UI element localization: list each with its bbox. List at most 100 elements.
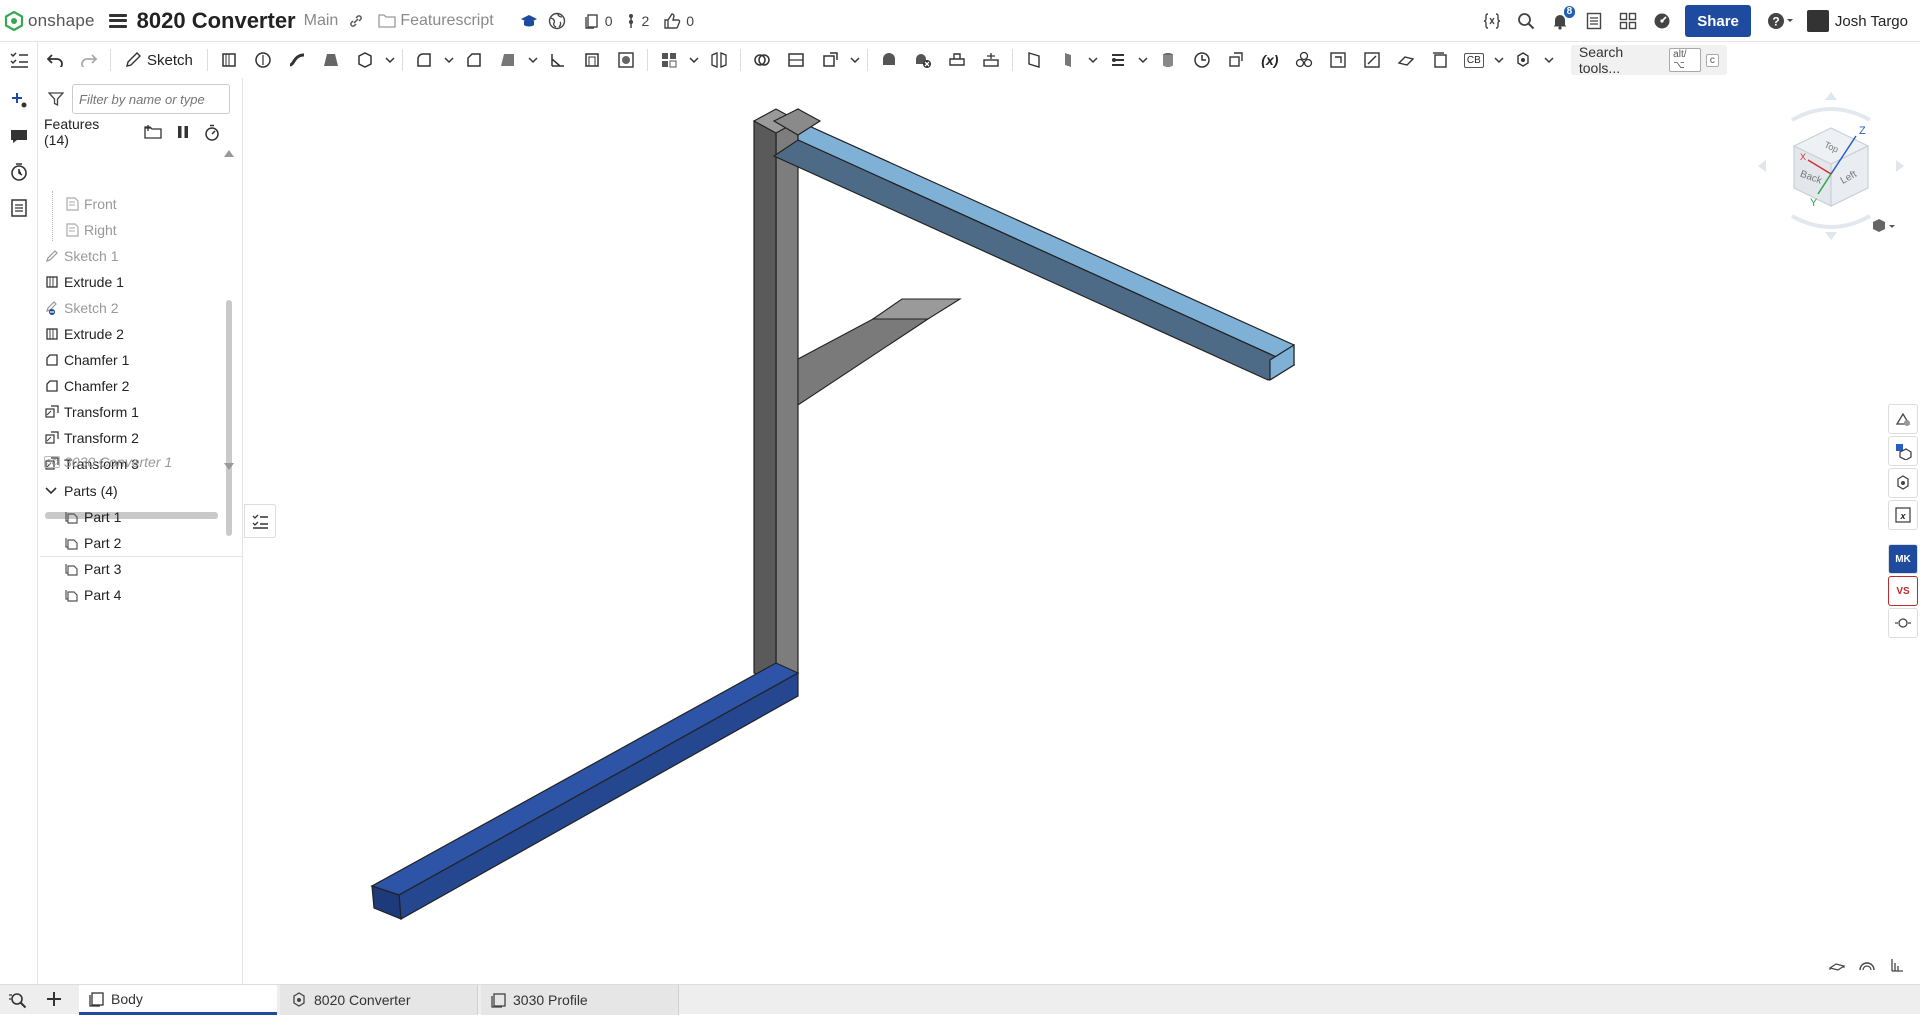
thicken-tool[interactable] — [348, 45, 382, 75]
feature-list-scrollbar[interactable] — [226, 300, 232, 536]
modify-fillet-tool[interactable] — [940, 45, 974, 75]
app-store-button[interactable] — [1577, 4, 1611, 38]
featurescript-variables-button[interactable] — [1475, 4, 1509, 38]
gauge-button[interactable] — [1645, 4, 1679, 38]
link-button[interactable] — [348, 13, 368, 29]
model-3d-view[interactable] — [244, 78, 1884, 984]
fillet-dropdown[interactable] — [441, 45, 457, 75]
view-cube-body[interactable]: Top Back Left — [1792, 127, 1870, 207]
helix-tool[interactable] — [1101, 45, 1135, 75]
rib-tool[interactable] — [541, 45, 575, 75]
filter-icon[interactable] — [48, 91, 64, 107]
custom-feature-tool[interactable] — [1507, 45, 1541, 75]
base-beam-part[interactable] — [370, 662, 800, 920]
flat-view-tool[interactable] — [1423, 45, 1457, 75]
mate-connector-dropdown[interactable] — [1085, 45, 1101, 75]
versions-counter[interactable]: 0 — [584, 13, 612, 29]
mate-connector-tool[interactable] — [1051, 45, 1085, 75]
gusset-part[interactable] — [797, 298, 962, 407]
comments-button[interactable] — [0, 118, 38, 154]
vs-app-button[interactable]: VS — [1888, 576, 1918, 606]
new-folder-button[interactable] — [144, 124, 162, 140]
custom-feature-row[interactable]: 3C 3030 Converter 1 — [44, 449, 172, 475]
tab-8020-converter[interactable]: 8020 Converter — [280, 985, 478, 1015]
measure-tool[interactable] — [1185, 45, 1219, 75]
learning-button[interactable] — [520, 13, 542, 29]
pattern-tool[interactable] — [652, 45, 686, 75]
measure-panel-button[interactable] — [1882, 958, 1912, 972]
feature-row-transform-2[interactable]: Transform 2 — [44, 425, 139, 451]
onshape-logo[interactable]: onshape — [4, 10, 95, 31]
part-row-part-2[interactable]: Part 2 — [64, 530, 121, 556]
feature-list-toggle[interactable] — [0, 42, 38, 78]
mk-app-button[interactable]: MK — [1888, 544, 1918, 574]
composite-tool[interactable] — [1287, 45, 1321, 75]
draft-tool[interactable] — [491, 45, 525, 75]
history-button[interactable] — [0, 154, 38, 190]
feature-row-right[interactable]: Right — [64, 217, 117, 243]
part-row-part-4[interactable]: Part 4 — [64, 582, 121, 608]
sketch-button[interactable]: Sketch — [115, 46, 203, 74]
helix-dropdown[interactable] — [1135, 45, 1151, 75]
boolean-tool[interactable] — [745, 45, 779, 75]
hole-tool[interactable] — [609, 45, 643, 75]
view-cube[interactable]: Top Back Left Z Y X — [1756, 88, 1906, 248]
bend-tool[interactable] — [1389, 45, 1423, 75]
public-globe-button[interactable] — [548, 12, 570, 30]
redo-button[interactable] — [72, 45, 106, 75]
feature-row-sketch-1[interactable]: Sketch 1 — [44, 243, 118, 269]
view-cube-menu[interactable] — [1873, 219, 1895, 232]
feature-row-extrude-2[interactable]: Extrude 2 — [44, 321, 124, 347]
delete-tool[interactable] — [906, 45, 940, 75]
document-title[interactable]: 8020 Converter — [137, 8, 296, 34]
feature-row-sketch-2[interactable]: Sketch 2 — [44, 295, 118, 321]
bill-of-materials-button[interactable] — [0, 190, 38, 226]
split-tool[interactable] — [779, 45, 813, 75]
hamburger-menu-icon[interactable] — [108, 13, 127, 28]
render-mode-button[interactable] — [1852, 958, 1882, 972]
feature-row-chamfer-1[interactable]: Chamfer 1 — [44, 347, 129, 373]
loft-tool[interactable] — [314, 45, 348, 75]
branches-counter[interactable]: 2 — [626, 13, 649, 29]
likes-counter[interactable]: 0 — [663, 12, 694, 30]
shell-tool[interactable] — [575, 45, 609, 75]
add-tab-button[interactable] — [44, 989, 64, 1014]
folder-link[interactable]: Featurescript — [378, 12, 494, 30]
variable-tool[interactable]: (x) — [1253, 45, 1287, 75]
cylinder-tool[interactable] — [1151, 45, 1185, 75]
feature-row-transform-1[interactable]: Transform 1 — [44, 399, 139, 425]
custom-table-panel-button[interactable] — [1888, 468, 1918, 498]
flange-tool[interactable] — [1355, 45, 1389, 75]
feature-row-extrude-1[interactable]: Extrude 1 — [44, 269, 124, 295]
thicken-dropdown[interactable] — [382, 45, 398, 75]
parts-header[interactable]: Parts (4) — [44, 478, 118, 504]
chamfer-tool[interactable] — [457, 45, 491, 75]
part-row-part-3[interactable]: Part 3 — [64, 556, 121, 582]
search-tools-input[interactable]: Search tools... alt/⌥ c — [1570, 44, 1727, 76]
fillet-tool[interactable] — [407, 45, 441, 75]
graphics-viewport[interactable] — [244, 78, 1884, 984]
replicate-tool[interactable] — [1219, 45, 1253, 75]
cb-tool[interactable]: CB — [1457, 45, 1491, 75]
move-face-tool[interactable] — [974, 45, 1008, 75]
variables-panel-button[interactable]: x — [1888, 500, 1918, 530]
mirror-tool[interactable] — [702, 45, 736, 75]
delete-part-tool[interactable] — [872, 45, 906, 75]
scroll-down-arrow-icon[interactable] — [223, 462, 235, 472]
regen-timer-button[interactable] — [204, 124, 220, 141]
part-row-part-1[interactable]: Part 1 — [64, 504, 121, 530]
user-menu[interactable]: Josh Targo — [1806, 10, 1908, 32]
apps-grid-button[interactable] — [1611, 4, 1645, 38]
sheet-metal-tool[interactable] — [1321, 45, 1355, 75]
scroll-up-arrow-icon[interactable] — [223, 148, 235, 158]
feature-row-chamfer-2[interactable]: Chamfer 2 — [44, 373, 129, 399]
undo-button[interactable] — [38, 45, 72, 75]
vertical-post-part[interactable] — [752, 107, 800, 684]
feature-row-front[interactable]: Front — [64, 191, 117, 217]
branch-name[interactable]: Main — [304, 12, 339, 30]
cb-dropdown[interactable] — [1491, 45, 1507, 75]
draft-dropdown[interactable] — [525, 45, 541, 75]
transform-dropdown[interactable] — [847, 45, 863, 75]
share-button[interactable]: Share — [1685, 5, 1751, 37]
insert-button[interactable] — [0, 82, 38, 118]
